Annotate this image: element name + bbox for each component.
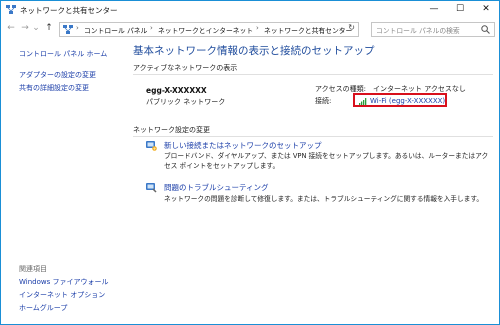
window: ネットワークと共有センター — ☐ ✕ ← → ⌄ ↑ › コントロール パネル… xyxy=(0,0,500,325)
maximize-button[interactable]: ☐ xyxy=(447,2,473,16)
main-content: 基本ネットワーク情報の表示と接続のセットアップ アクティブなネットワークの表示 … xyxy=(123,39,499,324)
sidebar-link-control-panel-home[interactable]: コントロール パネル ホーム xyxy=(19,49,107,59)
search-placeholder: コントロール パネルの検索 xyxy=(376,27,460,35)
network-center-icon xyxy=(6,5,16,14)
sidebar: コントロール パネル ホーム アダプターの設定の変更 共有の詳細設定の変更 関連… xyxy=(1,39,123,324)
back-button[interactable]: ← xyxy=(5,22,17,34)
troubleshoot-icon xyxy=(146,183,157,193)
divider xyxy=(133,136,493,137)
sidebar-link-internet-options[interactable]: インターネット オプション xyxy=(19,290,105,300)
breadcrumb-separator: › xyxy=(150,24,153,32)
page-title: 基本ネットワーク情報の表示と接続のセットアップ xyxy=(133,45,375,57)
address-row: ← → ⌄ ↑ › コントロール パネル › ネットワークとインターネット › … xyxy=(1,20,499,38)
related-heading: 関連項目 xyxy=(19,265,47,273)
task-new-connection-link[interactable]: 新しい接続またはネットワークのセットアップ xyxy=(164,140,322,151)
network-type-link[interactable]: パブリック ネットワーク xyxy=(146,97,225,107)
address-dropdown-button[interactable]: ⌄ xyxy=(338,24,344,32)
breadcrumb-network-internet[interactable]: ネットワークとインターネット xyxy=(158,25,253,35)
search-icon xyxy=(481,25,490,34)
network-name: egg-X-XXXXXX xyxy=(146,86,207,95)
forward-button[interactable]: → xyxy=(19,22,31,34)
task-troubleshoot-link[interactable]: 問題のトラブルシューティング xyxy=(164,182,269,193)
new-connection-icon: + xyxy=(146,141,157,151)
sidebar-link-adapter-settings[interactable]: アダプターの設定の変更 xyxy=(19,70,96,80)
divider xyxy=(133,74,493,75)
connection-label: 接続: xyxy=(315,97,332,105)
active-networks-heading: アクティブなネットワークの表示 xyxy=(133,64,238,72)
connection-wifi-link[interactable]: Wi-Fi (egg-X-XXXXXX) xyxy=(370,97,445,105)
minimize-button[interactable]: — xyxy=(421,2,447,16)
breadcrumb-control-panel[interactable]: コントロール パネル xyxy=(84,25,147,35)
breadcrumb-separator: › xyxy=(76,24,79,32)
refresh-button[interactable]: ↻ xyxy=(348,23,355,32)
task-troubleshoot-desc: ネットワークの問題を診断して修復します。または、トラブルシューティングに関する情… xyxy=(164,195,484,203)
sidebar-link-windows-firewall[interactable]: Windows ファイアウォール xyxy=(19,277,108,287)
sidebar-link-advanced-sharing[interactable]: 共有の詳細設定の変更 xyxy=(19,83,89,93)
address-bar[interactable]: › コントロール パネル › ネットワークとインターネット › ネットワークと共… xyxy=(59,22,359,37)
network-settings-heading: ネットワーク設定の変更 xyxy=(133,126,210,134)
search-input[interactable]: コントロール パネルの検索 xyxy=(371,22,495,37)
window-title: ネットワークと共有センター xyxy=(20,6,118,15)
up-button[interactable]: ↑ xyxy=(43,22,55,34)
breadcrumb-separator: › xyxy=(256,24,259,32)
task-new-connection-desc: ブロードバンド、ダイヤルアップ、または VPN 接続をセットアップします。あるい… xyxy=(164,152,489,170)
control-panel-icon xyxy=(63,25,73,34)
wifi-signal-icon xyxy=(359,98,367,105)
sidebar-link-homegroup[interactable]: ホームグループ xyxy=(19,303,67,313)
close-button[interactable]: ✕ xyxy=(473,2,499,16)
svg-text:+: + xyxy=(153,146,156,151)
connection-highlight: Wi-Fi (egg-X-XXXXXX) xyxy=(353,93,447,107)
title-bar: ネットワークと共有センター — ☐ ✕ xyxy=(1,1,499,19)
recent-locations-button[interactable]: ⌄ xyxy=(32,22,40,34)
